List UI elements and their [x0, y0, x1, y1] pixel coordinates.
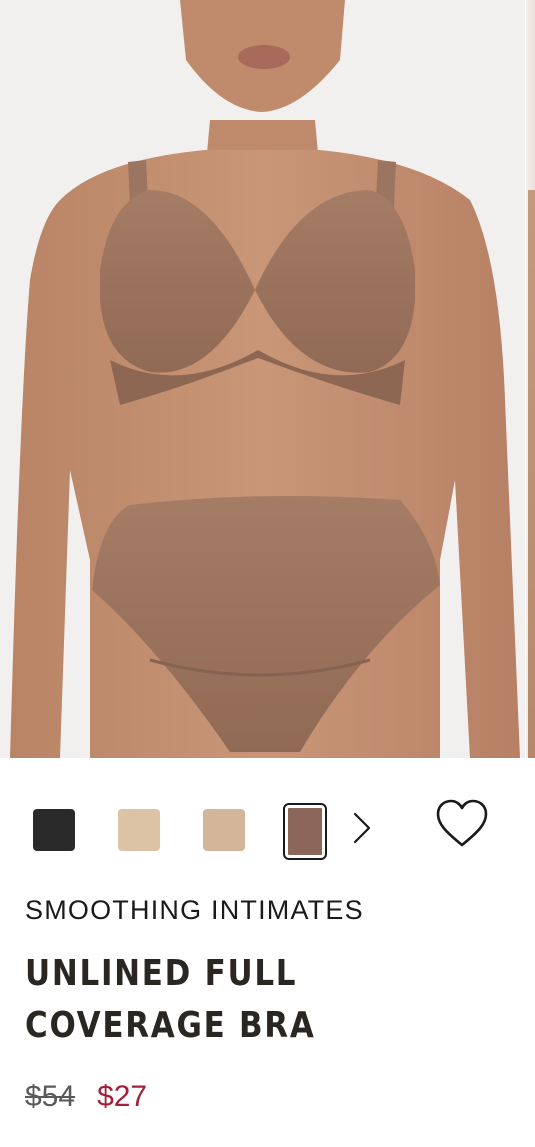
chevron-right-icon[interactable] [350, 810, 374, 846]
original-price: $54 [25, 1080, 76, 1113]
product-image[interactable] [0, 0, 525, 758]
sale-price: $27 [97, 1080, 148, 1113]
product-title[interactable]: UNLINED FULL COVERAGE BRA [25, 948, 507, 1052]
product-photo [0, 0, 525, 758]
color-swatch-sand[interactable] [118, 809, 160, 851]
color-swatch-clay[interactable] [203, 809, 245, 851]
next-product-image-peek[interactable] [526, 0, 535, 758]
color-swatch-black[interactable] [33, 809, 75, 851]
price-row: $54 $27 [25, 1080, 147, 1114]
product-collection: SMOOTHING INTIMATES [25, 895, 364, 925]
color-swatch-cocoa-selected[interactable] [283, 803, 327, 860]
heart-outline-icon[interactable] [434, 798, 490, 850]
